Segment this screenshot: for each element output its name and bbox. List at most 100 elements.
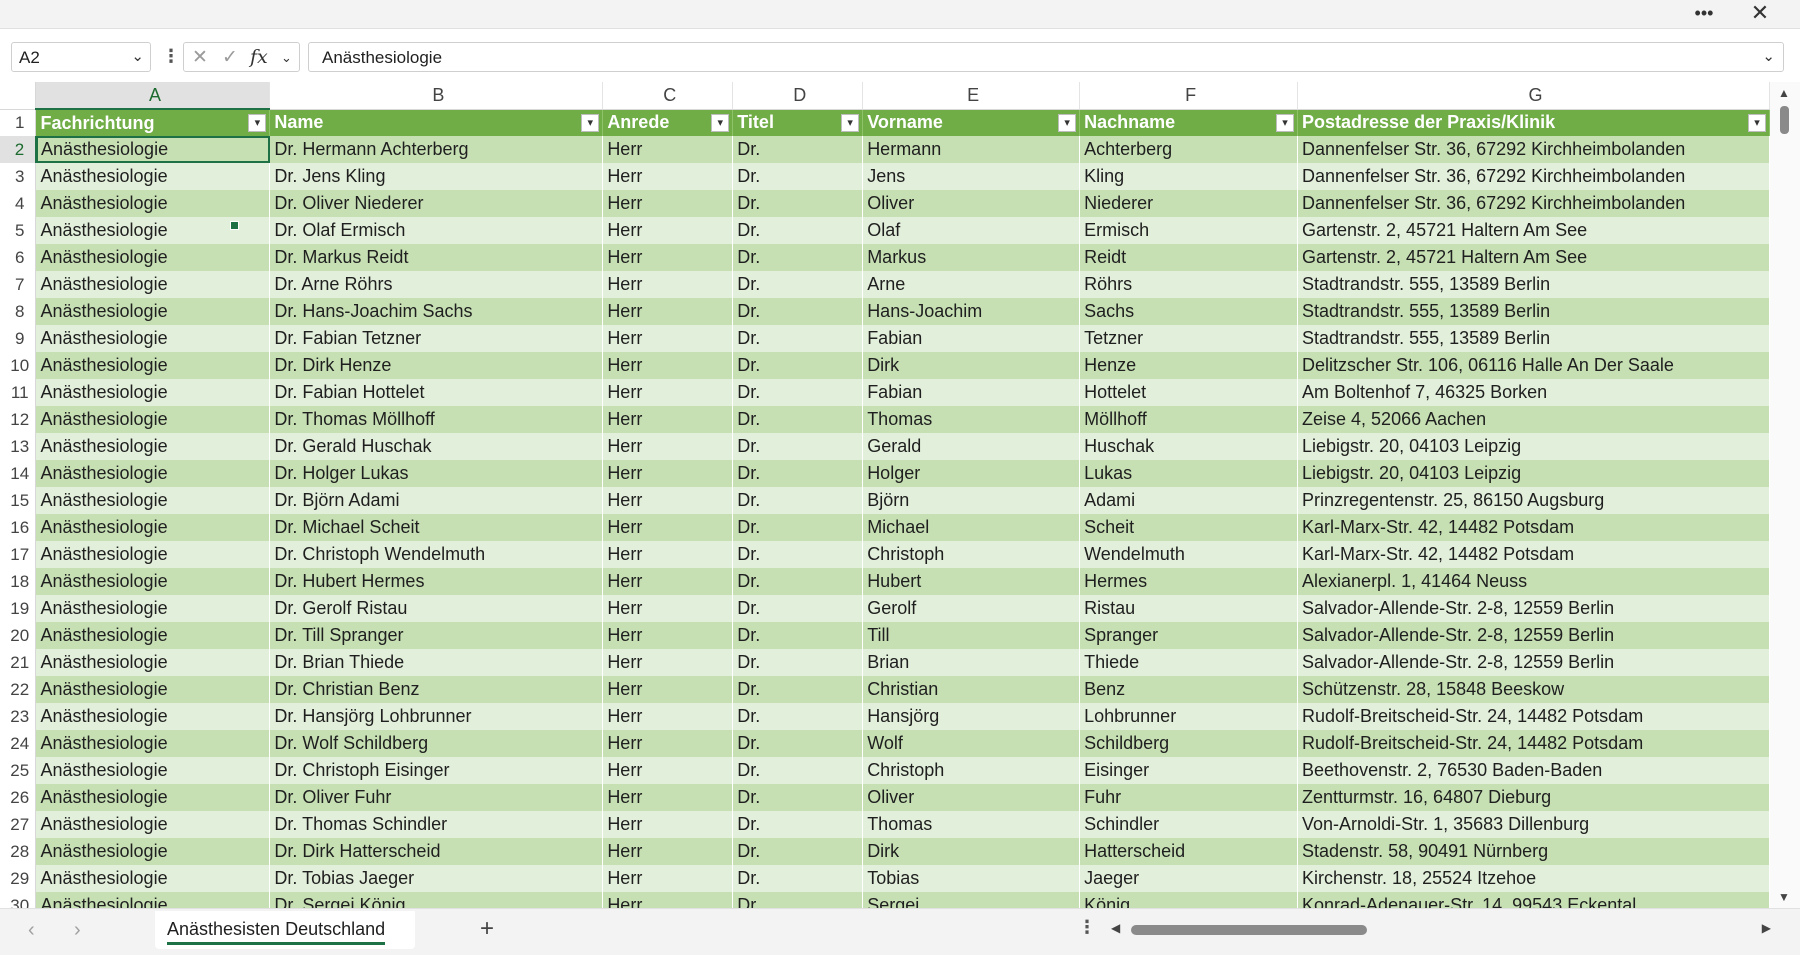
cell-nachname[interactable]: Sachs [1079, 298, 1299, 325]
cell-nachname[interactable]: Lohbrunner [1079, 703, 1299, 730]
cell-anrede[interactable]: Herr [602, 325, 734, 352]
cell-postadresse[interactable]: Stadtrandstr. 555, 13589 Berlin [1297, 271, 1770, 298]
cell-nachname[interactable]: Hatterscheid [1079, 838, 1299, 865]
cell-vorname[interactable]: Hermann [862, 136, 1081, 163]
row-header[interactable]: 10 [0, 352, 37, 379]
cell-anrede[interactable]: Herr [602, 595, 734, 622]
cell-postadresse[interactable]: Stadtrandstr. 555, 13589 Berlin [1297, 325, 1770, 352]
row-header[interactable]: 7 [0, 271, 37, 298]
cell-fachrichtung[interactable]: Anästhesiologie [35, 784, 271, 811]
row-header[interactable]: 9 [0, 325, 37, 352]
cell-anrede[interactable]: Herr [602, 730, 734, 757]
cell-titel[interactable]: Dr. [732, 784, 864, 811]
vertical-scrollbar[interactable]: ▲ ▼ [1770, 82, 1800, 908]
cell-postadresse[interactable]: Gartenstr. 2, 45721 Haltern Am See [1297, 217, 1770, 244]
cell-vorname[interactable]: Holger [862, 460, 1081, 487]
cell-vorname[interactable]: Hansjörg [862, 703, 1081, 730]
cell-postadresse[interactable]: Dannenfelser Str. 36, 67292 Kirchheimbol… [1297, 136, 1770, 163]
previous-sheet-icon[interactable]: ‹ [28, 919, 35, 942]
cell-name[interactable]: Dr. Tobias Jaeger [269, 865, 604, 892]
more-options-icon[interactable]: ••• [1686, 0, 1722, 28]
row-header[interactable]: 25 [0, 757, 37, 784]
cell-anrede[interactable]: Herr [602, 514, 734, 541]
scroll-down-icon[interactable]: ▼ [1778, 890, 1790, 904]
cell-postadresse[interactable]: Zeise 4, 52066 Aachen [1297, 406, 1770, 433]
cell-nachname[interactable]: Spranger [1079, 622, 1299, 649]
cell-anrede[interactable]: Herr [602, 271, 734, 298]
cell-vorname[interactable]: Brian [862, 649, 1081, 676]
cell-name[interactable]: Dr. Sergei König [269, 892, 604, 908]
cell-fachrichtung[interactable]: Anästhesiologie [35, 568, 271, 595]
cell-titel[interactable]: Dr. [732, 190, 864, 217]
cell-vorname[interactable]: Wolf [862, 730, 1081, 757]
cell-nachname[interactable]: Wendelmuth [1079, 541, 1299, 568]
cell-fachrichtung[interactable]: Anästhesiologie [35, 487, 271, 514]
cell-name[interactable]: Dr. Dirk Hatterscheid [269, 838, 604, 865]
cell-vorname[interactable]: Sergei [862, 892, 1081, 908]
cell-anrede[interactable]: Herr [602, 379, 734, 406]
cell-vorname[interactable]: Fabian [862, 379, 1081, 406]
cell-postadresse[interactable]: Karl-Marx-Str. 42, 14482 Potsdam [1297, 541, 1770, 568]
cell-vorname[interactable]: Thomas [862, 811, 1081, 838]
cell-name[interactable]: Dr. Fabian Tetzner [269, 325, 604, 352]
cell-titel[interactable]: Dr. [732, 379, 864, 406]
cell-nachname[interactable]: Röhrs [1079, 271, 1299, 298]
header-cell-nachname[interactable]: Nachname ▾ [1079, 109, 1299, 136]
cell-vorname[interactable]: Gerald [862, 433, 1081, 460]
cell-name[interactable]: Dr. Oliver Niederer [269, 190, 604, 217]
cell-anrede[interactable]: Herr [602, 541, 734, 568]
cell-vorname[interactable]: Dirk [862, 352, 1081, 379]
cell-anrede[interactable]: Herr [602, 163, 734, 190]
row-header[interactable]: 13 [0, 433, 37, 460]
cell-fachrichtung[interactable]: Anästhesiologie [35, 649, 271, 676]
cell-vorname[interactable]: Björn [862, 487, 1081, 514]
cell-vorname[interactable]: Christoph [862, 541, 1081, 568]
cell-fachrichtung[interactable]: Anästhesiologie [35, 136, 271, 163]
row-header[interactable]: 21 [0, 649, 37, 676]
cell-nachname[interactable]: Achterberg [1079, 136, 1299, 163]
cell-name[interactable]: Dr. Holger Lukas [269, 460, 604, 487]
header-cell-vorname[interactable]: Vorname ▾ [862, 109, 1081, 136]
cell-vorname[interactable]: Michael [862, 514, 1081, 541]
cell-anrede[interactable]: Herr [602, 838, 734, 865]
spreadsheet-grid[interactable]: A B C D E F G 1 Fachrichtung ▾ Name ▾ Anre… [0, 82, 1770, 908]
cell-fachrichtung[interactable]: Anästhesiologie [35, 892, 271, 908]
cell-nachname[interactable]: König [1079, 892, 1299, 908]
cell-anrede[interactable]: Herr [602, 811, 734, 838]
cell-fachrichtung[interactable]: Anästhesiologie [35, 406, 271, 433]
cell-titel[interactable]: Dr. [732, 541, 864, 568]
cell-name[interactable]: Dr. Michael Scheit [269, 514, 604, 541]
cell-name[interactable]: Dr. Hans-Joachim Sachs [269, 298, 604, 325]
cell-titel[interactable]: Dr. [732, 838, 864, 865]
cell-titel[interactable]: Dr. [732, 595, 864, 622]
cell-nachname[interactable]: Möllhoff [1079, 406, 1299, 433]
horizontal-scroll-thumb[interactable] [1131, 925, 1367, 935]
cell-titel[interactable]: Dr. [732, 730, 864, 757]
cell-name[interactable]: Dr. Brian Thiede [269, 649, 604, 676]
cell-anrede[interactable]: Herr [602, 649, 734, 676]
formula-input[interactable]: Anästhesiologie ⌄ [308, 42, 1784, 72]
cell-vorname[interactable]: Oliver [862, 190, 1081, 217]
cell-name[interactable]: Dr. Jens Kling [269, 163, 604, 190]
cell-postadresse[interactable]: Salvador-Allende-Str. 2-8, 12559 Berlin [1297, 622, 1770, 649]
cell-titel[interactable]: Dr. [732, 622, 864, 649]
cell-titel[interactable]: Dr. [732, 865, 864, 892]
cell-postadresse[interactable]: Zentturmstr. 16, 64807 Dieburg [1297, 784, 1770, 811]
sheet-tab[interactable]: Anästhesisten Deutschland [155, 911, 415, 949]
filter-dropdown-icon[interactable]: ▾ [841, 113, 860, 132]
cell-titel[interactable]: Dr. [732, 460, 864, 487]
cell-name[interactable]: Dr. Markus Reidt [269, 244, 604, 271]
cell-name[interactable]: Dr. Hansjörg Lohbrunner [269, 703, 604, 730]
cell-titel[interactable]: Dr. [732, 244, 864, 271]
cell-titel[interactable]: Dr. [732, 217, 864, 244]
cell-name[interactable]: Dr. Till Spranger [269, 622, 604, 649]
column-header-a[interactable]: A [35, 82, 271, 110]
column-header-e[interactable]: E [862, 82, 1081, 110]
cell-anrede[interactable]: Herr [602, 865, 734, 892]
cell-name[interactable]: Dr. Thomas Möllhoff [269, 406, 604, 433]
name-box[interactable]: A2 ⌄ [11, 42, 151, 72]
filter-dropdown-icon[interactable]: ▾ [1276, 113, 1295, 132]
cell-name[interactable]: Dr. Thomas Schindler [269, 811, 604, 838]
row-header[interactable]: 19 [0, 595, 37, 622]
cell-nachname[interactable]: Fuhr [1079, 784, 1299, 811]
